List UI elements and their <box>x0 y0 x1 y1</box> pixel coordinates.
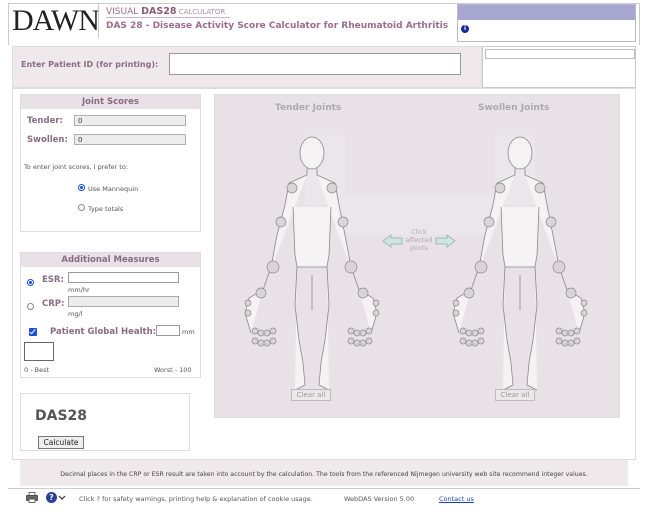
scale-best-label: 0 - Best <box>24 366 50 374</box>
clear-tender-button[interactable]: Clear all <box>291 389 331 401</box>
dawn-logo: DAWN <box>12 4 100 37</box>
esr-label: ESR: <box>42 275 64 285</box>
title-prefix: VISUAL <box>106 7 142 17</box>
notice-text: Decimal places in the CRP or ESR result … <box>60 471 588 478</box>
help-instructions: Click ? for safety warnings, printing he… <box>79 495 313 503</box>
crp-input[interactable] <box>68 296 179 307</box>
joint-scores-panel: Joint Scores Tender: 0 Swollen: 0 To ent… <box>20 94 201 232</box>
crp-unit: mg/l <box>68 310 83 318</box>
tender-score-field[interactable]: 0 <box>74 115 186 126</box>
calculation-notice: Decimal places in the CRP or ESR result … <box>20 460 628 486</box>
patient-id-row: Enter Patient ID (for printing): <box>12 46 482 88</box>
das28-result-panel: DAS28 Calculate <box>20 393 190 451</box>
mannequin-option-label[interactable]: Use Mannequin <box>88 185 138 193</box>
patient-id-input[interactable] <box>169 53 461 75</box>
tender-label: Tender: <box>27 116 63 126</box>
title-underline <box>106 17 230 18</box>
mannequin-radio[interactable] <box>78 184 85 191</box>
global-health-checkbox[interactable] <box>29 328 37 336</box>
info-panel-header <box>458 5 635 20</box>
calculate-button[interactable]: Calculate <box>38 436 84 449</box>
additional-measures-title: Additional Measures <box>21 253 200 267</box>
esr-input[interactable] <box>68 272 179 283</box>
app-title: VISUAL DAS28 CALCULATOR <box>106 6 225 17</box>
side-panel-field <box>485 49 635 59</box>
global-health-label: Patient Global Health: <box>50 327 157 337</box>
title-suffix: CALCULATOR <box>176 8 226 16</box>
patient-id-label: Enter Patient ID (for printing): <box>21 60 159 69</box>
swollen-score-field[interactable]: 0 <box>74 134 186 145</box>
das28-title: DAS28 <box>35 408 88 424</box>
version-label: WebDAS Version 5.00 <box>344 495 415 503</box>
additional-measures-panel: Additional Measures ESR: mm/hr CRP: mg/l… <box>20 252 201 378</box>
global-health-input[interactable] <box>156 325 180 336</box>
info-panel: i <box>457 4 636 42</box>
scale-worst-label: Worst - 100 <box>154 366 192 374</box>
global-health-slider-handle[interactable] <box>24 342 54 361</box>
click-hint: Click affected joints <box>405 228 433 252</box>
swollen-label: Swollen: <box>27 135 68 145</box>
footer: ? Click ? for safety warnings, printing … <box>8 488 640 516</box>
totals-radio[interactable] <box>78 204 85 211</box>
title-main: DAS28 <box>141 6 177 17</box>
print-icon[interactable] <box>26 492 38 503</box>
chevron-down-icon[interactable] <box>58 495 66 501</box>
app-subtitle: DAS 28 - Disease Activity Score Calculat… <box>106 21 449 31</box>
esr-radio[interactable] <box>27 279 34 286</box>
entry-preference-text: To enter joint scores, I prefer to: <box>24 163 128 171</box>
crp-radio[interactable] <box>27 303 34 310</box>
info-icon[interactable]: i <box>461 25 469 33</box>
help-icon[interactable]: ? <box>46 492 57 503</box>
logo-divider <box>98 4 99 38</box>
crp-label: CRP: <box>42 299 65 309</box>
global-health-unit: mm <box>182 328 195 336</box>
esr-unit: mm/hr <box>68 286 90 294</box>
side-panel <box>482 46 636 88</box>
joint-scores-title: Joint Scores <box>21 95 200 109</box>
contact-link[interactable]: Contact us <box>439 495 474 503</box>
totals-option-label[interactable]: Type totals <box>88 205 123 213</box>
mannequin-area: Tender Joints Swollen Joints Click affec… <box>214 94 620 418</box>
mannequin-drawing[interactable] <box>215 95 621 419</box>
clear-swollen-button[interactable]: Clear all <box>495 389 535 401</box>
